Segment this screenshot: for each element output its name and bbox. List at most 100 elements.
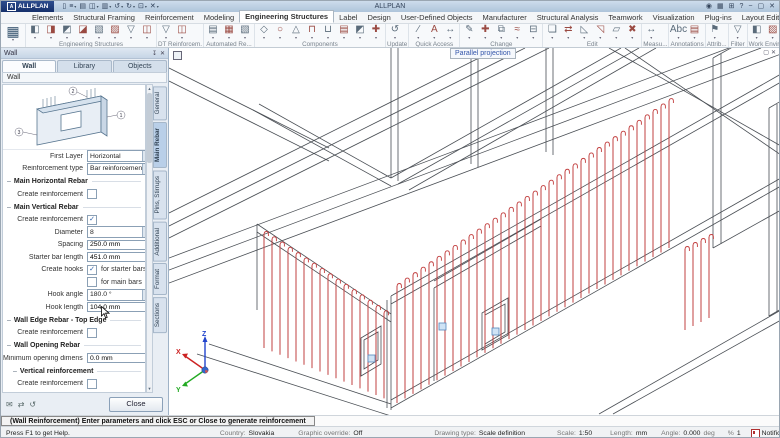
side-tab-main-rebar[interactable]: Main Rebar: [153, 122, 167, 168]
viewport-window-controls[interactable]: ▢✕: [763, 49, 778, 56]
edit-tool-4-icon[interactable]: ◹▾: [592, 24, 608, 40]
dropdown-caret-icon[interactable]: ▾: [359, 36, 361, 40]
engineering-structures-tool-5-icon[interactable]: ▧▾: [91, 24, 107, 40]
palette-header[interactable]: Wall ↧ ✕: [1, 48, 168, 59]
quick-access-tool-2-icon[interactable]: A▾: [426, 24, 442, 40]
components-tool-4-icon[interactable]: ⊓▾: [304, 24, 320, 40]
dropdown-caret-icon[interactable]: ▾: [468, 36, 470, 40]
dropdown-caret-icon[interactable]: ▾: [212, 36, 214, 40]
dropdown-caret-icon[interactable]: ▾: [433, 36, 435, 40]
annotations-tool-2-icon[interactable]: ▤▾: [686, 24, 702, 40]
minimum-opening-dimension-input[interactable]: [87, 353, 146, 363]
projection-label[interactable]: Parallel projection: [450, 48, 516, 59]
handle-right-window[interactable]: [492, 328, 499, 335]
handle-left-window[interactable]: [368, 355, 375, 362]
palette-tab-wall[interactable]: Wall: [2, 60, 56, 72]
viewport-menu-icon[interactable]: [173, 51, 182, 60]
dropdown-caret-icon[interactable]: ▾: [146, 36, 148, 40]
first-layer-select[interactable]: Horizontal▾: [87, 150, 146, 162]
dropdown-caret-icon[interactable]: ▾: [98, 36, 100, 40]
attributes-tool-1-icon[interactable]: ⚑▾: [707, 24, 723, 40]
dropdown-caret-icon[interactable]: ▾: [295, 36, 297, 40]
engineering-structures-tool-3-icon[interactable]: ◩▾: [59, 24, 75, 40]
dropdown-caret-icon[interactable]: ▾: [244, 36, 246, 40]
change-tool-2-icon[interactable]: ✚▾: [477, 24, 493, 40]
notifications-button[interactable]: Notifications: [751, 429, 780, 438]
collapse-icon[interactable]: –: [7, 178, 11, 185]
edit-tool-5-icon[interactable]: ▱▾: [608, 24, 624, 40]
drawing-viewport[interactable]: Parallel projection ▢✕: [169, 48, 780, 415]
wall-edge-rebar-top-edge-section[interactable]: –Wall Edge Rebar - Top Edge: [3, 314, 145, 327]
palette-tab-objects[interactable]: Objects: [113, 60, 167, 72]
dropdown-caret-icon[interactable]: ▾: [500, 36, 502, 40]
dropdown-caret-icon[interactable]: ▾: [449, 36, 451, 40]
mvr-create-reinforcement-checkbox[interactable]: ✓: [87, 215, 97, 225]
edit-tool-6-icon[interactable]: ✖▾: [624, 24, 640, 40]
work-environment-tool-1-icon[interactable]: ◧▾: [749, 24, 765, 40]
automated-reinforcement-tool-2-icon[interactable]: ▦▾: [221, 24, 237, 40]
hook-length-input[interactable]: [87, 302, 146, 312]
automated-reinforcement-tool-3-icon[interactable]: ▧▾: [237, 24, 253, 40]
menu-tab-design[interactable]: Design: [362, 12, 395, 23]
edit-tool-2-icon[interactable]: ⇄▾: [560, 24, 576, 40]
change-tool-3-icon[interactable]: ⧉▾: [493, 24, 509, 40]
change-tool-4-icon[interactable]: ≈▾: [509, 24, 525, 40]
hook-angle-select[interactable]: 180.0 °▾: [87, 289, 146, 301]
dropdown-caret-icon[interactable]: ▾: [615, 36, 617, 40]
dropdown-caret-icon[interactable]: ▾: [599, 36, 601, 40]
vertical-reinforcement-section[interactable]: –Vertical reinforcement: [3, 365, 145, 378]
dropdown-caret-icon[interactable]: ▾: [327, 36, 329, 40]
dropdown-caret-icon[interactable]: ▾: [532, 36, 534, 40]
dropdown-caret-icon[interactable]: ▾: [181, 36, 183, 40]
dt-reinforcement-tool-1-icon[interactable]: ▽▾: [158, 24, 174, 40]
diameter-select[interactable]: 8▾: [87, 226, 146, 238]
menu-tab-reinforcement[interactable]: Reinforcement: [140, 12, 199, 23]
pin-icon[interactable]: ↧: [152, 50, 157, 57]
dropdown-caret-icon[interactable]: ▾: [311, 36, 313, 40]
scrollbar-thumb[interactable]: [147, 93, 152, 163]
components-tool-7-icon[interactable]: ◩▾: [352, 24, 368, 40]
collapse-icon[interactable]: –: [13, 368, 17, 375]
engineering-structures-tool-4-icon[interactable]: ◪▾: [75, 24, 91, 40]
dropdown-caret-icon[interactable]: ▾: [279, 36, 281, 40]
dt-reinforcement-tool-2-icon[interactable]: ◫▾: [174, 24, 190, 40]
menu-tab-label[interactable]: Label: [334, 12, 362, 23]
dropdown-caret-icon[interactable]: ▾: [693, 36, 695, 40]
dropdown-caret-icon[interactable]: ▾: [130, 36, 132, 40]
main-horizontal-rebar-section[interactable]: –Main Horizontal Rebar: [3, 175, 145, 188]
dropdown-caret-icon[interactable]: ▾: [66, 36, 68, 40]
engineering-structures-tool-2-icon[interactable]: ◨▾: [43, 24, 59, 40]
vr-create-reinforcement-checkbox[interactable]: [87, 379, 97, 389]
starter-bar-length-input[interactable]: [87, 252, 146, 262]
side-tab-pins-stirrups[interactable]: Pins, Stirrups: [153, 170, 167, 219]
menu-tab-structural-analysis[interactable]: Structural Analysis: [532, 12, 604, 23]
dropdown-caret-icon[interactable]: ▾: [772, 36, 774, 40]
menu-tab-plug-ins[interactable]: Plug-ins: [700, 12, 737, 23]
measure-tool-1-icon[interactable]: ↔▾: [643, 24, 659, 40]
dropdown-caret-icon[interactable]: ▾: [375, 36, 377, 40]
wall-opening-rebar-section[interactable]: –Wall Opening Rebar: [3, 339, 145, 352]
change-tool-5-icon[interactable]: ⊟▾: [525, 24, 541, 40]
side-tab-format[interactable]: Format: [153, 263, 167, 295]
engineering-structures-tool-1-icon[interactable]: ◧▾: [27, 24, 43, 40]
annotations-tool-1-icon[interactable]: Abc▾: [670, 24, 686, 40]
dropdown-caret-icon[interactable]: ▾: [677, 36, 679, 40]
quick-access-tool-3-icon[interactable]: ↔▾: [442, 24, 458, 40]
dropdown-caret-icon[interactable]: ▾: [516, 36, 518, 40]
dropdown-caret-icon[interactable]: ▾: [567, 36, 569, 40]
menu-tab-user-defined-objects[interactable]: User-Defined Objects: [396, 12, 478, 23]
dropdown-caret-icon[interactable]: ▾: [82, 36, 84, 40]
close-button[interactable]: Close: [109, 397, 163, 412]
work-environment-tool-2-icon[interactable]: ▨▾: [765, 24, 779, 40]
scroll-down-icon[interactable]: ▼: [147, 385, 152, 392]
dropdown-caret-icon[interactable]: ▾: [484, 36, 486, 40]
dropdown-caret-icon[interactable]: ▾: [50, 36, 52, 40]
engineering-structures-tool-7-icon[interactable]: ▽▾: [123, 24, 139, 40]
dropdown-caret-icon[interactable]: ▾: [165, 36, 167, 40]
components-tool-3-icon[interactable]: △▾: [288, 24, 304, 40]
menu-tab-manufacturer[interactable]: Manufacturer: [478, 12, 532, 23]
menu-tab-structural-framing[interactable]: Structural Framing: [68, 12, 140, 23]
menu-tab-layout-editor[interactable]: Layout Editor: [737, 12, 780, 23]
scroll-up-icon[interactable]: ▲: [147, 85, 152, 92]
engineering-structures-tool-6-icon[interactable]: ▨▾: [107, 24, 123, 40]
